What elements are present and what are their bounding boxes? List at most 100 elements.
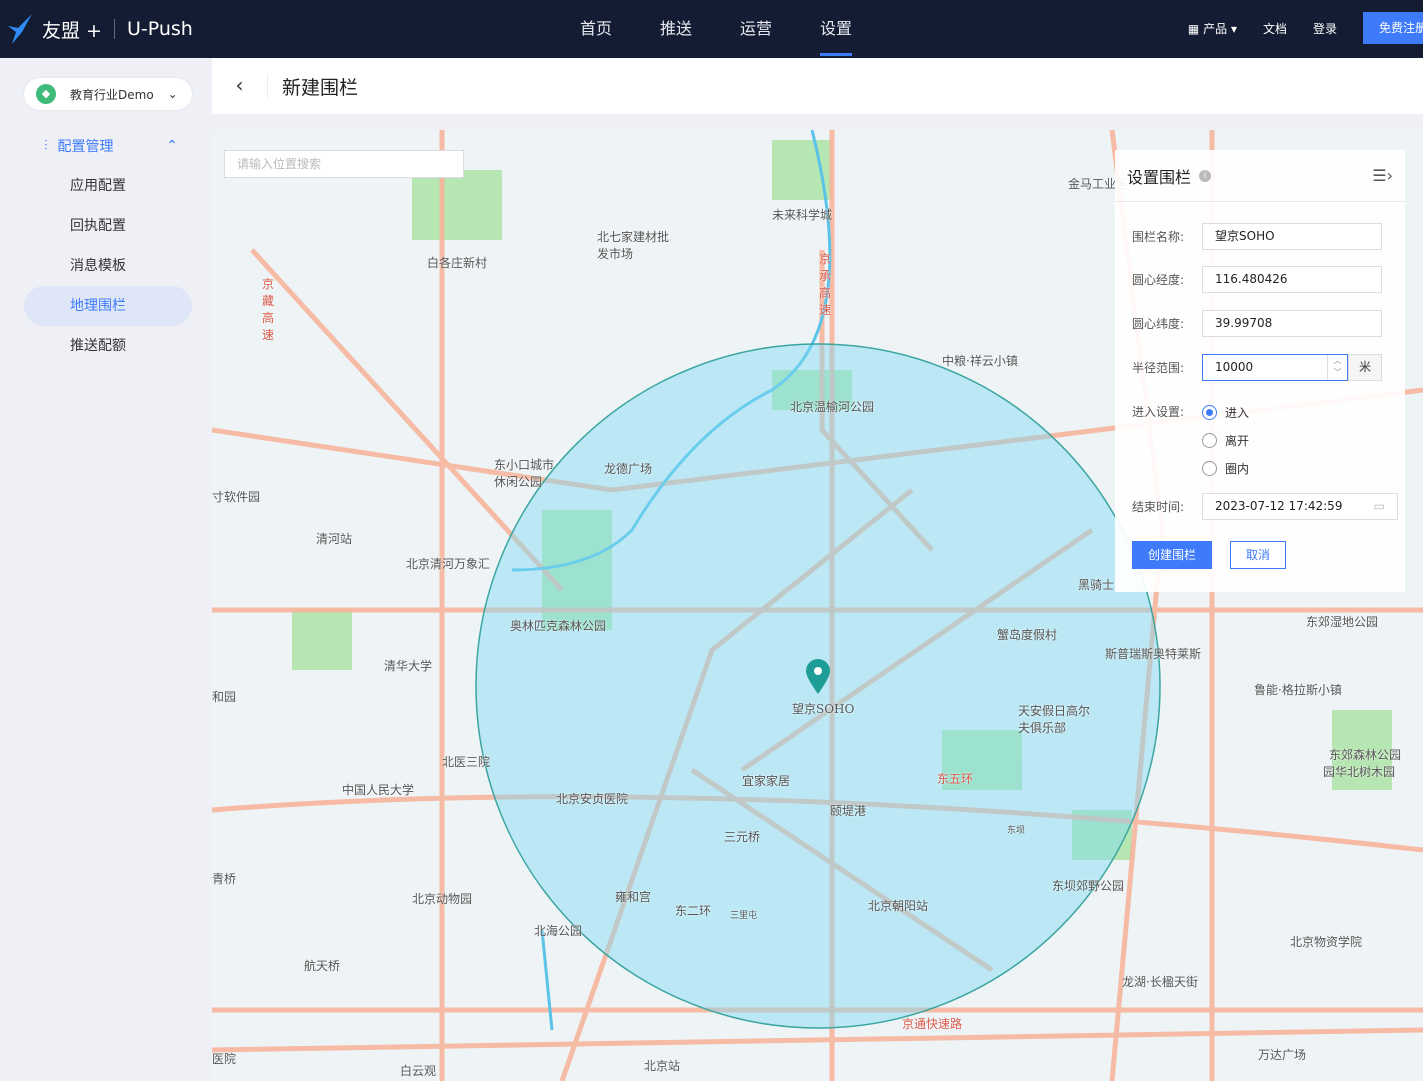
map-label: 雍和宫 [615, 890, 652, 904]
calendar-icon: ▭ [1373, 499, 1385, 513]
caret-down-icon: ▾ [1230, 21, 1237, 36]
map-label: 东五环 [937, 772, 974, 786]
panel-title: 设置围栏 [1127, 167, 1192, 187]
radio-unchecked-icon [1202, 432, 1217, 448]
map-label: 万达广场 [1258, 1048, 1307, 1062]
nav-settings[interactable]: 设置 [820, 0, 853, 58]
menu-group-config[interactable]: ⫶ 配置管理 ⌃ [44, 136, 178, 156]
radius-stepper[interactable]: ︿ ﹀ [1327, 355, 1347, 380]
map-label: 东郊湿地公园 [1306, 615, 1379, 629]
map-label: 北医三院 [442, 755, 491, 769]
sidebar-item-message-template[interactable]: 消息模板 [24, 246, 192, 286]
logo[interactable]: 友盟 + U-Push [8, 14, 193, 44]
map-label: 蟹岛度假村 [997, 628, 1058, 642]
map-label: 龙德广场 [604, 462, 653, 476]
map-label: 北京朝阳站 [868, 899, 929, 913]
sidebar-item-app-config[interactable]: 应用配置 [24, 166, 192, 206]
page-title: 新建围栏 [282, 76, 359, 99]
collapse-panel-icon[interactable]: ☰› [1372, 166, 1393, 185]
map-label: 斯普瑞斯奥特莱斯 [1105, 647, 1202, 661]
map-label: 中粮·祥云小镇 [942, 354, 1018, 368]
map-label: 天安假日高尔夫俱乐部 [1018, 704, 1091, 735]
map-label: 龙湖·长楹天街 [1122, 975, 1198, 989]
location-search-input[interactable]: 请输入位置搜索 [224, 150, 464, 178]
page-header: ‹ 新建围栏 [212, 58, 1423, 114]
map-label: 东坝郊野公园 [1052, 879, 1125, 893]
radius-label: 半径范围: [1132, 361, 1185, 375]
geofence-settings-panel: 设置围栏 i ☰› 围栏名称: 望京SOHO 圆心经度: 116.480426 圆心… [1115, 150, 1405, 592]
chevron-up-icon: ⌃ [166, 138, 178, 154]
map-label: 北海公园 [534, 924, 583, 938]
radio-inside[interactable]: 圈内 [1202, 454, 1249, 482]
map-label: 白各庄新村 [427, 256, 488, 270]
map-label: 三里屯 [730, 911, 758, 921]
register-button[interactable]: 免费注册 [1363, 12, 1423, 44]
radius-input[interactable]: 10000 ︿ ﹀ [1202, 354, 1348, 381]
map-label: 东二环 [675, 904, 712, 918]
map-label: 中国人民大学 [342, 783, 415, 797]
radio-label: 离开 [1225, 433, 1250, 448]
map-label: 三元桥 [724, 830, 761, 844]
nav-home[interactable]: 首页 [580, 0, 612, 58]
radio-unchecked-icon [1202, 460, 1217, 476]
map-label: 清华大学 [384, 659, 433, 673]
map-label: 宜家家居 [742, 774, 791, 788]
end-time-label: 结束时间: [1132, 500, 1185, 514]
products-menu[interactable]: ▦ 产品 ▾ [1188, 20, 1237, 37]
login-link[interactable]: 登录 [1313, 20, 1337, 37]
name-label: 围栏名称: [1132, 230, 1185, 244]
android-icon: ◆ [36, 84, 56, 104]
fence-name-input[interactable]: 望京SOHO [1202, 223, 1382, 250]
radius-unit: 米 [1348, 354, 1382, 381]
radio-label: 进入 [1225, 405, 1250, 420]
radio-leave[interactable]: 离开 [1202, 426, 1249, 454]
grid-icon: ▦ [1187, 21, 1200, 36]
end-time-picker[interactable]: 2023-07-12 17:42:59 ▭ [1202, 493, 1398, 520]
nav-operation[interactable]: 运营 [740, 0, 772, 58]
map-label: 和园 [212, 690, 237, 704]
brand-name: 友盟 + [42, 19, 102, 42]
sidebar-item-push-quota[interactable]: 推送配额 [24, 326, 192, 366]
map-label: 医院 [212, 1052, 237, 1066]
sidebar-item-receipt-config[interactable]: 回执配置 [24, 206, 192, 246]
radius-value: 10000 [1215, 360, 1254, 374]
back-button[interactable]: ‹ [212, 74, 268, 98]
map-label: 航天桥 [304, 959, 341, 973]
map-label: 京藏高速 [262, 277, 275, 342]
cancel-button[interactable]: 取消 [1230, 541, 1286, 569]
radio-enter[interactable]: 进入 [1202, 398, 1249, 426]
info-icon[interactable]: i [1199, 169, 1212, 182]
end-time-value: 2023-07-12 17:42:59 [1215, 499, 1343, 513]
top-navbar: 友盟 + U-Push 首页 推送 运营 设置 ▦ 产品 ▾ 文档 登录 免费注… [0, 0, 1423, 58]
map-label: 清河站 [316, 532, 353, 546]
chevron-down-icon: ⌄ [167, 87, 178, 101]
map-label: 北京安贞医院 [556, 792, 629, 806]
map-label: 京通快速路 [902, 1017, 963, 1031]
latitude-label: 圆心纬度: [1132, 317, 1185, 331]
radio-checked-icon [1202, 404, 1217, 420]
map-label: 寸软件园 [212, 490, 261, 504]
products-label: 产品 [1203, 21, 1228, 36]
nav-push[interactable]: 推送 [660, 0, 692, 58]
app-name: 教育行业Demo [70, 87, 154, 102]
map-label: 京承高速 [819, 252, 832, 317]
map-label: 北京温榆河公园 [790, 400, 875, 414]
app-selector[interactable]: ◆ 教育行业Demo ⌄ [24, 78, 192, 110]
map-label: 东坝 [1007, 826, 1026, 836]
map-label: 北七家建材批发市场 [597, 230, 670, 261]
longitude-input[interactable]: 116.480426 [1202, 266, 1382, 293]
create-fence-button[interactable]: 创建围栏 [1132, 541, 1212, 569]
map-label: 北京动物园 [412, 892, 473, 906]
group-label: 配置管理 [57, 139, 114, 155]
map-label: 奥林匹克森林公园 [510, 619, 607, 633]
map-label: 白云观 [400, 1064, 437, 1078]
sidebar-item-geofence[interactable]: 地理围栏 [24, 286, 192, 326]
map-label: 东小口城市休闲公园 [494, 458, 555, 489]
sliders-icon: ⫶ [44, 138, 48, 154]
map-label: 东郊森林公园 [1329, 748, 1402, 762]
map-label: 北京物资学院 [1290, 935, 1363, 949]
latitude-input[interactable]: 39.99708 [1202, 310, 1382, 337]
umeng-logo-icon [8, 14, 32, 44]
map-label: 青桥 [212, 872, 237, 886]
docs-link[interactable]: 文档 [1263, 20, 1287, 37]
